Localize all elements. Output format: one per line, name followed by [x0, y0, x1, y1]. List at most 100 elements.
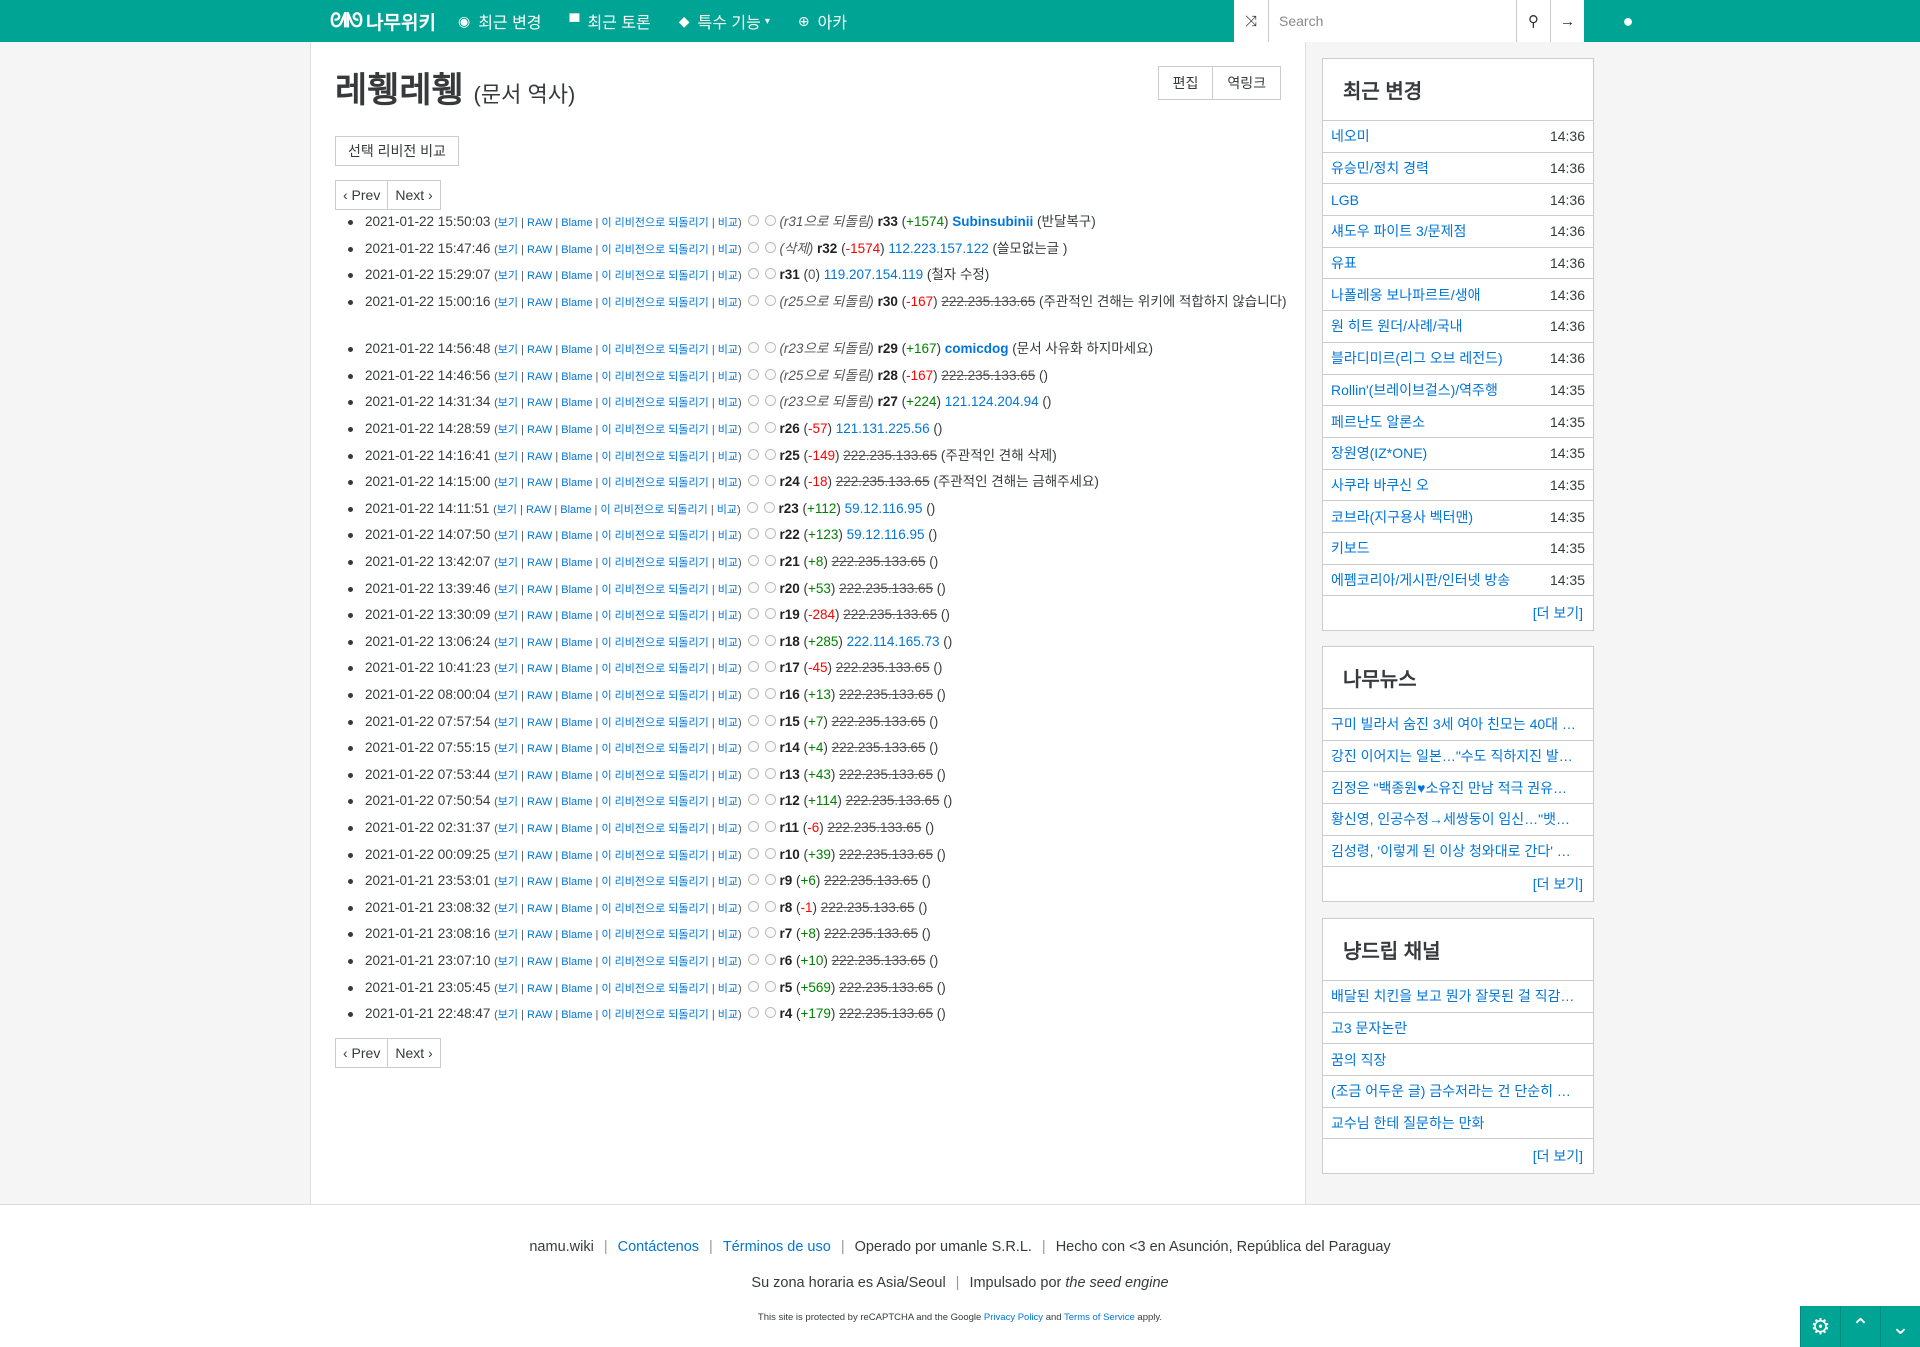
revision-radio-new[interactable]	[764, 475, 776, 487]
revision-radio-old[interactable]	[747, 1007, 759, 1019]
diff-link[interactable]: 비교	[718, 584, 738, 596]
recent-item-link[interactable]: 섀도우 파이트 3/문제점	[1331, 221, 1466, 241]
diff-link[interactable]: 비교	[718, 270, 738, 282]
revert-link[interactable]: 이 리비전으로 되돌리기	[601, 743, 708, 755]
recent-item-link[interactable]: 페르난도 알론소	[1331, 412, 1425, 432]
diff-link[interactable]: 비교	[718, 451, 738, 463]
revision-radio-old[interactable]	[747, 294, 759, 306]
raw-link[interactable]: RAW	[527, 217, 552, 229]
raw-link[interactable]: RAW	[527, 297, 552, 309]
revision-radio-old[interactable]	[747, 741, 759, 753]
diff-link[interactable]: 비교	[718, 823, 738, 835]
blame-link[interactable]: Blame	[561, 244, 592, 256]
diff-link[interactable]: 비교	[718, 244, 738, 256]
revert-link[interactable]: 이 리비전으로 되돌리기	[601, 344, 708, 356]
blame-link[interactable]: Blame	[561, 344, 592, 356]
revision-radio-old[interactable]	[747, 475, 759, 487]
blame-link[interactable]: Blame	[561, 983, 592, 995]
prev-button[interactable]: ‹ Prev	[335, 1038, 389, 1068]
raw-link[interactable]: RAW	[527, 344, 552, 356]
blame-link[interactable]: Blame	[561, 876, 592, 888]
revision-author[interactable]: 121.131.225.56	[836, 421, 930, 436]
channel-item-link[interactable]: 교수님 한테 질문하는 만화	[1331, 1113, 1484, 1133]
revision-radio-old[interactable]	[747, 448, 759, 460]
view-link[interactable]: 보기	[498, 371, 518, 383]
blame-link[interactable]: Blame	[561, 929, 592, 941]
view-link[interactable]: 보기	[498, 823, 518, 835]
revert-link[interactable]: 이 리비전으로 되돌리기	[601, 557, 708, 569]
revert-link[interactable]: 이 리비전으로 되돌리기	[601, 270, 708, 282]
revision-radio-old[interactable]	[747, 395, 759, 407]
raw-link[interactable]: RAW	[527, 929, 552, 941]
revision-radio-old[interactable]	[747, 820, 759, 832]
raw-link[interactable]: RAW	[527, 584, 552, 596]
blame-link[interactable]: Blame	[561, 297, 592, 309]
nav-item-3[interactable]: ⊕ 아카	[798, 0, 847, 42]
view-link[interactable]: 보기	[498, 743, 518, 755]
view-link[interactable]: 보기	[498, 850, 518, 862]
revert-link[interactable]: 이 리비전으로 되돌리기	[601, 770, 708, 782]
revert-link[interactable]: 이 리비전으로 되돌리기	[601, 637, 708, 649]
blame-link[interactable]: Blame	[561, 717, 592, 729]
revision-radio-old[interactable]	[747, 847, 759, 859]
revision-radio-new[interactable]	[764, 241, 776, 253]
revision-author[interactable]: 222.235.133.65	[832, 554, 926, 569]
diff-link[interactable]: 비교	[718, 717, 738, 729]
revert-link[interactable]: 이 리비전으로 되돌리기	[601, 717, 708, 729]
nav-item-0[interactable]: ◉ 최근 변경	[458, 0, 542, 42]
revision-radio-old[interactable]	[747, 241, 759, 253]
revision-radio-new[interactable]	[764, 555, 776, 567]
revision-radio-new[interactable]	[764, 448, 776, 460]
blame-link[interactable]: Blame	[561, 477, 592, 489]
revert-link[interactable]: 이 리비전으로 되돌리기	[601, 983, 708, 995]
revision-author[interactable]: 222.235.133.65	[832, 953, 926, 968]
blame-link[interactable]: Blame	[561, 850, 592, 862]
revision-radio-old[interactable]	[747, 688, 759, 699]
raw-link[interactable]: RAW	[527, 610, 552, 622]
revision-radio-new[interactable]	[764, 794, 776, 806]
revision-author[interactable]: 222.235.133.65	[839, 980, 933, 995]
revision-radio-old[interactable]	[747, 714, 759, 726]
revert-link[interactable]: 이 리비전으로 되돌리기	[601, 663, 708, 675]
raw-link[interactable]: RAW	[527, 371, 552, 383]
revision-author[interactable]: 222.235.133.65	[824, 926, 918, 941]
revert-link[interactable]: 이 리비전으로 되돌리기	[601, 1009, 708, 1021]
revision-author[interactable]: 59.12.116.95	[847, 527, 925, 542]
revert-link[interactable]: 이 리비전으로 되돌리기	[601, 371, 708, 383]
view-link[interactable]: 보기	[498, 584, 518, 596]
revision-radio-new[interactable]	[764, 581, 776, 593]
revert-link[interactable]: 이 리비전으로 되돌리기	[601, 530, 708, 542]
revision-author[interactable]: 222.235.133.65	[839, 767, 933, 782]
raw-link[interactable]: RAW	[527, 903, 552, 915]
scroll-top-button[interactable]: ⌃	[1840, 1306, 1880, 1347]
diff-link[interactable]: 비교	[718, 371, 738, 383]
view-link[interactable]: 보기	[498, 796, 518, 808]
raw-link[interactable]: RAW	[527, 451, 552, 463]
raw-link[interactable]: RAW	[527, 397, 552, 409]
recent-item-link[interactable]: 코브라(지구용사 벡터맨)	[1331, 507, 1473, 527]
raw-link[interactable]: RAW	[527, 717, 552, 729]
blame-link[interactable]: Blame	[561, 270, 592, 282]
revision-radio-old[interactable]	[747, 874, 759, 886]
raw-link[interactable]: RAW	[527, 424, 552, 436]
revert-link[interactable]: 이 리비전으로 되돌리기	[601, 690, 708, 702]
revision-radio-new[interactable]	[764, 847, 776, 859]
view-link[interactable]: 보기	[498, 876, 518, 888]
revision-radio-old[interactable]	[747, 608, 759, 620]
view-link[interactable]: 보기	[498, 983, 518, 995]
revision-author[interactable]: 119.207.154.119	[824, 267, 923, 282]
view-link[interactable]: 보기	[498, 344, 518, 356]
revert-link[interactable]: 이 리비전으로 되돌리기	[600, 504, 707, 516]
view-link[interactable]: 보기	[498, 903, 518, 915]
diff-link[interactable]: 비교	[718, 929, 738, 941]
revert-link[interactable]: 이 리비전으로 되돌리기	[601, 477, 708, 489]
news-item-link[interactable]: 김성령, '이렇게 된 이상 청와대로 간다' 출…	[1331, 841, 1581, 861]
revision-radio-new[interactable]	[764, 528, 776, 540]
view-link[interactable]: 보기	[498, 424, 518, 436]
recent-item-link[interactable]: 원 히트 원더/사례/국내	[1331, 316, 1462, 336]
settings-button[interactable]: ⚙	[1800, 1306, 1840, 1347]
revision-author[interactable]: 222.235.133.65	[827, 820, 921, 835]
revision-radio-new[interactable]	[763, 501, 775, 513]
channel-item-link[interactable]: (조금 어두운 글) 금수저라는 건 단순히 경…	[1331, 1081, 1581, 1101]
view-link[interactable]: 보기	[498, 637, 518, 649]
